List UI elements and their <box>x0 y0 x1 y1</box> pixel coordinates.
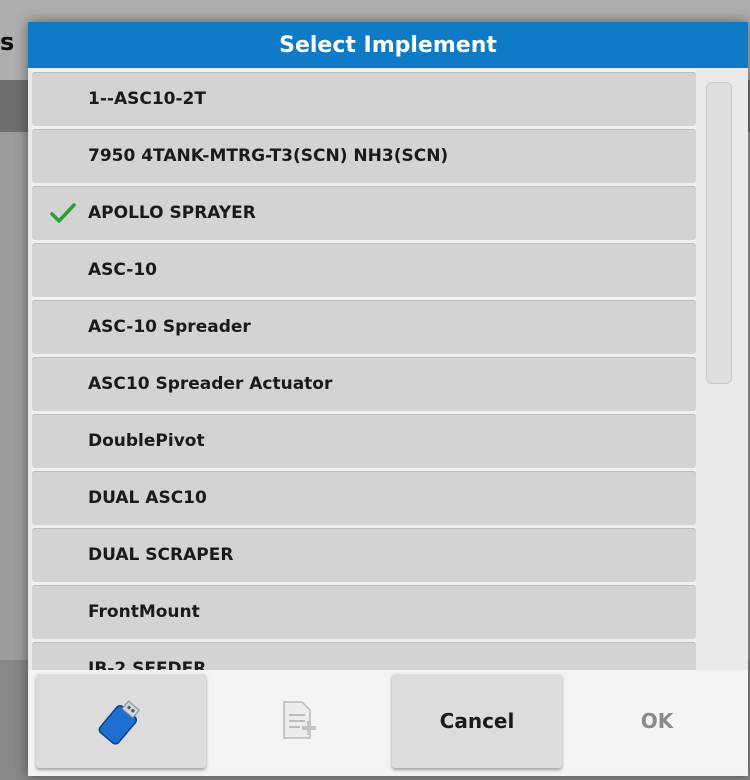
new-document-icon <box>283 701 316 739</box>
implement-label: 7950 4TANK-MTRG-T3(SCN) NH3(SCN) <box>88 146 449 166</box>
cancel-button[interactable]: Cancel <box>392 674 562 768</box>
implement-label: DUAL ASC10 <box>88 488 207 508</box>
implement-label: FrontMount <box>88 602 200 622</box>
implement-row[interactable]: ASC-10 <box>32 243 696 297</box>
implement-row[interactable]: FrontMount <box>32 585 696 639</box>
implement-row[interactable]: 7950 4TANK-MTRG-T3(SCN) NH3(SCN) <box>32 129 696 183</box>
ok-button[interactable]: OK <box>570 674 744 768</box>
implement-label: DoublePivot <box>88 431 205 451</box>
implement-label: DUAL SCRAPER <box>88 545 234 565</box>
select-implement-dialog: Select Implement 1--ASC10-2T 7950 4TANK-… <box>28 22 748 776</box>
implement-row[interactable]: DUAL ASC10 <box>32 471 696 525</box>
checkmark-icon <box>50 203 76 223</box>
new-implement-button[interactable] <box>214 674 384 768</box>
implement-list[interactable]: 1--ASC10-2T 7950 4TANK-MTRG-T3(SCN) NH3(… <box>32 70 696 693</box>
implement-label: ASC-10 Spreader <box>88 317 251 337</box>
usb-import-button[interactable] <box>36 674 206 768</box>
implement-row-selected[interactable]: APOLLO SPRAYER <box>32 186 696 240</box>
implement-label: ASC-10 <box>88 260 157 280</box>
list-scrollbar[interactable] <box>706 82 732 384</box>
dialog-footer: Cancel OK <box>28 670 748 776</box>
implement-row[interactable]: ASC10 Spreader Actuator <box>32 357 696 411</box>
implement-label: 1--ASC10-2T <box>88 89 206 109</box>
implement-row[interactable]: 1--ASC10-2T <box>32 72 696 126</box>
usb-drive-icon <box>98 700 140 745</box>
implement-label: ASC10 Spreader Actuator <box>88 374 333 394</box>
implement-row[interactable]: ASC-10 Spreader <box>32 300 696 354</box>
dialog-title: Select Implement <box>28 22 748 68</box>
implement-row[interactable]: DoublePivot <box>32 414 696 468</box>
implement-label: APOLLO SPRAYER <box>88 203 256 223</box>
implement-row[interactable]: DUAL SCRAPER <box>32 528 696 582</box>
